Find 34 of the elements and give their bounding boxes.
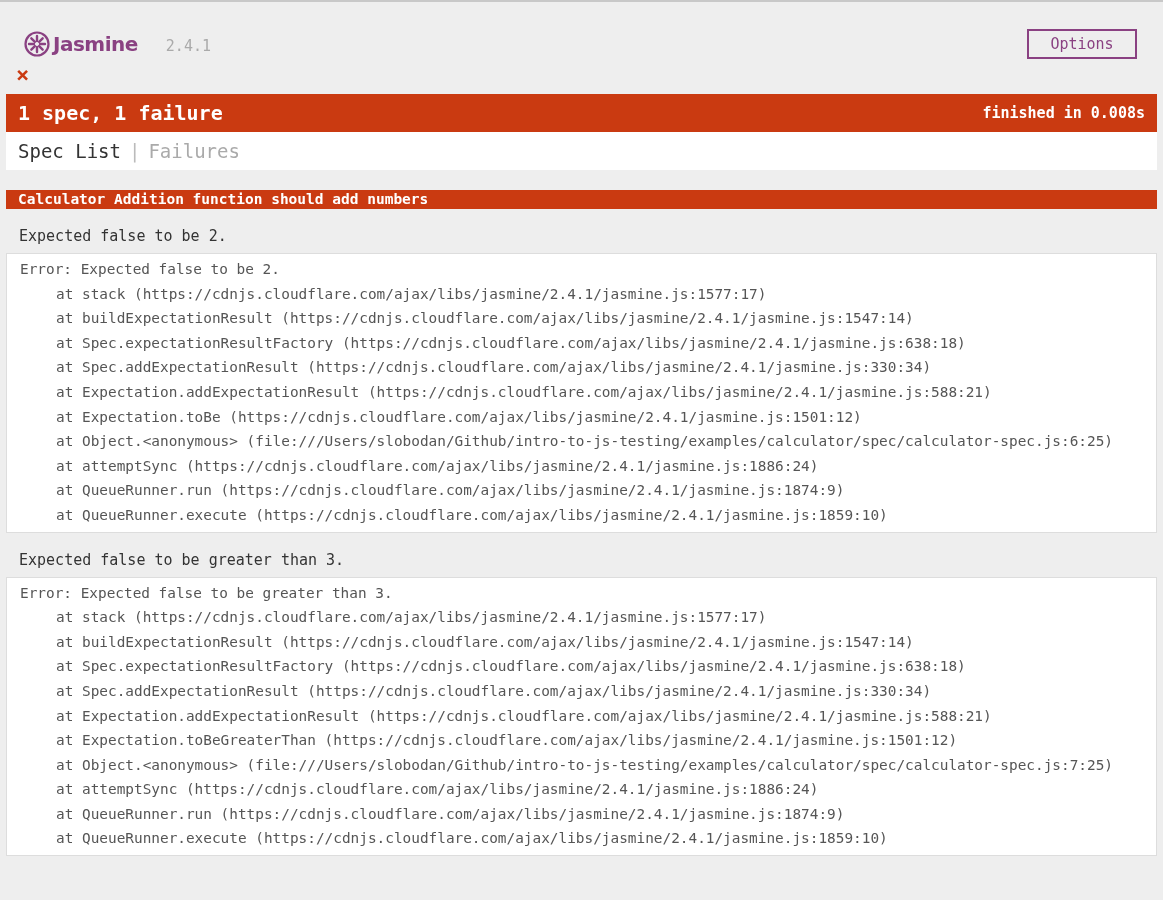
error-line: Error: Expected false to be greater than 3. <box>20 583 394 603</box>
flower-logo-icon <box>24 31 50 57</box>
options-button[interactable]: Options <box>1027 29 1137 59</box>
duration-text: finished in 0.008s <box>982 104 1145 122</box>
stack-frame-line: at Expectation.addExpectationResult (https://cdnjs.cloudflare.com/ajax/libs/jasmine/2.4.1/jasmine.js:588:21) <box>55 706 993 726</box>
stack-frame-line: at stack (https://cdnjs.cloudflare.com/ajax/libs/jasmine/2.4.1/jasmine.js:1577:17) <box>55 284 768 304</box>
stack-frame-line: at buildExpectationResult (https://cdnjs.cloudflare.com/ajax/libs/jasmine/2.4.1/jasmine.js:1547:14) <box>55 309 915 329</box>
stack-frame-line: at Spec.addExpectationResult (https://cdnjs.cloudflare.com/ajax/libs/jasmine/2.4.1/jasmine.js:330:34) <box>55 358 933 378</box>
stack-frame-line: at Object.<anonymous> (file:///Users/slobodan/Github/intro-to-js-testing/examples/calculator/spec/calculator-spec.js:7:25) <box>55 755 1114 775</box>
stack-frame-line: at QueueRunner.execute (https://cdnjs.cloudflare.com/ajax/libs/jasmine/2.4.1/jasmine.js:1859:10) <box>55 505 889 525</box>
stack-frame-line: at Object.<anonymous> (file:///Users/slobodan/Github/intro-to-js-testing/examples/calculator/spec/calculator-spec.js:6:25) <box>55 432 1114 452</box>
stack-frame-line: at attemptSync (https://cdnjs.cloudflare.com/ajax/libs/jasmine/2.4.1/jasmine.js:1886:24) <box>55 456 820 476</box>
failure-message: Expected false to be greater than 3. <box>19 550 346 569</box>
stack-frame-line: at attemptSync (https://cdnjs.cloudflare.com/ajax/libs/jasmine/2.4.1/jasmine.js:1886:24) <box>55 780 820 800</box>
menu-link[interactable]: Spec List <box>18 140 121 162</box>
stack-frame-line: at QueueRunner.execute (https://cdnjs.cloudflare.com/ajax/libs/jasmine/2.4.1/jasmine.js:1859:10) <box>55 829 889 849</box>
stack-frame-line: at buildExpectationResult (https://cdnjs.cloudflare.com/ajax/libs/jasmine/2.4.1/jasmine.js:1547:14) <box>55 632 915 652</box>
stack-frame-line: at Spec.expectationResultFactory (https://cdnjs.cloudflare.com/ajax/libs/jasmine/2.4.1/jasmine.js:638:18) <box>55 657 967 677</box>
stack-frame-line: at Spec.expectationResultFactory (https://cdnjs.cloudflare.com/ajax/libs/jasmine/2.4.1/jasmine.js:638:18) <box>55 333 967 353</box>
logo-text: Jasmine <box>53 32 138 56</box>
stack-frame-line: at Spec.addExpectationResult (https://cdnjs.cloudflare.com/ajax/libs/jasmine/2.4.1/jasmine.js:330:34) <box>55 681 933 701</box>
stack-frame-line: at Expectation.toBeGreaterThan (https://cdnjs.cloudflare.com/ajax/libs/jasmine/2.4.1/jasmine.js:1501:12) <box>55 731 959 751</box>
stack-frame-line: at Expectation.toBe (https://cdnjs.cloudflare.com/ajax/libs/jasmine/2.4.1/jasmine.js:1501:12) <box>55 407 863 427</box>
menu-separator: | <box>128 140 141 162</box>
failed-spec-title[interactable]: Calculator Addition function should add numbers <box>6 190 1157 209</box>
summary-text: 1 spec, 1 failure <box>18 101 223 125</box>
stack-frame-line: at QueueRunner.run (https://cdnjs.cloudflare.com/ajax/libs/jasmine/2.4.1/jasmine.js:1874:9) <box>55 804 846 824</box>
version-label: 2.4.1 <box>165 37 211 55</box>
error-line: Error: Expected false to be 2. <box>20 260 281 279</box>
failed-spec-symbol[interactable]: × <box>16 64 30 86</box>
stack-frame-line: at Expectation.addExpectationResult (https://cdnjs.cloudflare.com/ajax/libs/jasmine/2.4.1/jasmine.js:588:21) <box>55 382 993 402</box>
failure-message: Expected false to be 2. <box>19 227 228 245</box>
stack-frame-line: at stack (https://cdnjs.cloudflare.com/ajax/libs/jasmine/2.4.1/jasmine.js:1577:17) <box>55 608 768 628</box>
stack-frame-line: at QueueRunner.run (https://cdnjs.cloudflare.com/ajax/libs/jasmine/2.4.1/jasmine.js:1874:9) <box>55 481 846 501</box>
